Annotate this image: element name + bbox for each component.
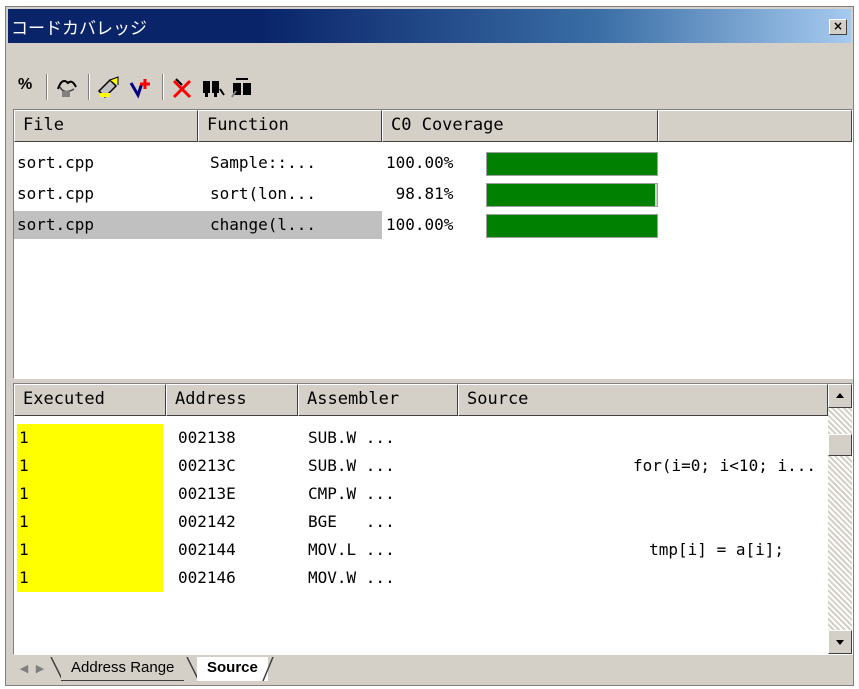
- source-cell: [462, 480, 826, 508]
- source-view-header: Executed Address Assembler Source: [14, 384, 828, 416]
- executed-cell: 1: [17, 452, 163, 480]
- address-cell: 002138: [178, 428, 236, 447]
- toolbar-separator: [46, 74, 48, 100]
- assembler-column-header[interactable]: Assembler: [298, 384, 458, 416]
- address-cell: 002144: [178, 540, 236, 559]
- source-row[interactable]: 1 002138 SUB.W ...: [14, 424, 828, 452]
- tab-scroll-left-icon[interactable]: ◀: [17, 660, 31, 678]
- address-cell: 002142: [178, 512, 236, 531]
- address-cell: 002146: [178, 568, 236, 587]
- function-cell: sort(lon...: [210, 184, 316, 203]
- coverage-value: 100.00%: [386, 153, 454, 172]
- source-cell: [462, 508, 826, 536]
- scrollbar-thumb[interactable]: [828, 434, 852, 456]
- tab-bar: ◀ ▶ Address Range Source: [13, 657, 853, 683]
- percent-button[interactable]: %: [12, 73, 42, 101]
- coverage-value: 100.00%: [386, 215, 454, 234]
- source-column-header[interactable]: Source: [458, 384, 828, 416]
- assembler-cell: SUB.W ...: [308, 428, 395, 447]
- triangle-down-icon: [836, 640, 844, 645]
- source-row[interactable]: 1 00213C SUB.W ... for(i=0; i<10; i...: [14, 452, 828, 480]
- coverage-bar: [486, 214, 658, 238]
- tab-address-range[interactable]: Address Range: [61, 657, 185, 681]
- assembler-cell: MOV.L ...: [308, 540, 395, 559]
- tab-source[interactable]: Source: [197, 657, 268, 681]
- empty-column-header: [658, 110, 852, 142]
- tab-scroll-right-icon[interactable]: ▶: [33, 660, 47, 678]
- source-view: Executed Address Assembler Source 1 0021…: [13, 383, 853, 655]
- triangle-up-icon: [836, 393, 844, 398]
- toolbar-separator: [88, 74, 90, 100]
- executed-column-header[interactable]: Executed: [14, 384, 166, 416]
- address-cell: 00213E: [178, 484, 236, 503]
- scroll-down-button[interactable]: [828, 630, 852, 654]
- source-row[interactable]: 1 00213E CMP.W ...: [14, 480, 828, 508]
- coverage-row[interactable]: sort.cpp sort(lon... 98.81%: [14, 180, 852, 208]
- scroll-up-button[interactable]: [828, 384, 852, 408]
- assembler-cell: CMP.W ...: [308, 484, 395, 503]
- add-range-button[interactable]: [126, 73, 156, 101]
- clear-icon: [97, 76, 119, 99]
- clear-button[interactable]: [94, 73, 124, 101]
- file-column-header[interactable]: File: [14, 110, 198, 142]
- assembler-cell: BGE ...: [308, 512, 395, 531]
- close-button[interactable]: ×: [829, 19, 847, 35]
- coverage-bar-fill: [487, 215, 657, 237]
- address-cell: 00213C: [178, 456, 236, 475]
- source-cell: [462, 424, 826, 452]
- source-row[interactable]: 1 002142 BGE ...: [14, 508, 828, 536]
- add-range-icon: [129, 79, 150, 99]
- coverage-list: File Function C0 Coverage sort.cpp Sampl…: [13, 109, 853, 379]
- coverage-bar: [486, 152, 658, 176]
- coverage-range-icon: [57, 80, 77, 97]
- executed-cell: 1: [17, 508, 163, 536]
- address-column-header[interactable]: Address: [166, 384, 298, 416]
- goto-source-icon: [231, 78, 251, 98]
- delete-icon: [172, 78, 192, 99]
- file-cell: sort.cpp: [17, 215, 95, 234]
- delete-button[interactable]: [168, 73, 198, 101]
- toolbar-separator: [162, 74, 164, 100]
- window-title: コードカバレッジ: [11, 19, 147, 39]
- function-column-header[interactable]: Function: [198, 110, 382, 142]
- source-row[interactable]: 1 002146 MOV.W ...: [14, 564, 828, 592]
- find-button[interactable]: [198, 73, 228, 101]
- coverage-bar: [486, 183, 658, 207]
- title-bar[interactable]: コードカバレッジ ×: [8, 9, 851, 43]
- source-cell: for(i=0; i<10; i...: [632, 456, 816, 475]
- coverage-value: 98.81%: [386, 184, 454, 203]
- coverage-row[interactable]: sort.cpp Sample::... 100.00%: [14, 149, 852, 177]
- source-cell: tmp[i] = a[i];: [649, 540, 784, 559]
- tab-divider-icon: [262, 657, 274, 682]
- assembler-cell: MOV.W ...: [308, 568, 395, 587]
- source-row[interactable]: 1 002144 MOV.L ... tmp[i] = a[i];: [14, 536, 828, 564]
- goto-source-button[interactable]: [228, 73, 258, 101]
- coverage-bar-fill: [487, 153, 657, 175]
- percent-icon: %: [18, 76, 33, 93]
- vertical-scrollbar[interactable]: [828, 384, 852, 654]
- function-cell: Sample::...: [210, 153, 316, 172]
- file-cell: sort.cpp: [17, 153, 95, 172]
- find-icon: [203, 81, 225, 97]
- coverage-list-header: File Function C0 Coverage: [14, 110, 852, 142]
- coverage-bar-fill: [487, 184, 655, 206]
- function-cell: change(l...: [210, 215, 316, 234]
- code-coverage-window: コードカバレッジ × % File Function C0 Coverage s…: [5, 6, 854, 686]
- toolbar: %: [8, 47, 851, 105]
- executed-cell: 1: [17, 424, 163, 452]
- coverage-range-button[interactable]: [52, 73, 82, 101]
- assembler-cell: SUB.W ...: [308, 456, 395, 475]
- coverage-row-selected[interactable]: sort.cpp change(l... 100.00%: [14, 211, 852, 239]
- file-cell: sort.cpp: [17, 184, 95, 203]
- executed-cell: 1: [17, 536, 163, 564]
- executed-cell: 1: [17, 564, 163, 592]
- coverage-column-header[interactable]: C0 Coverage: [382, 110, 658, 142]
- executed-cell: 1: [17, 480, 163, 508]
- source-cell: [462, 564, 826, 592]
